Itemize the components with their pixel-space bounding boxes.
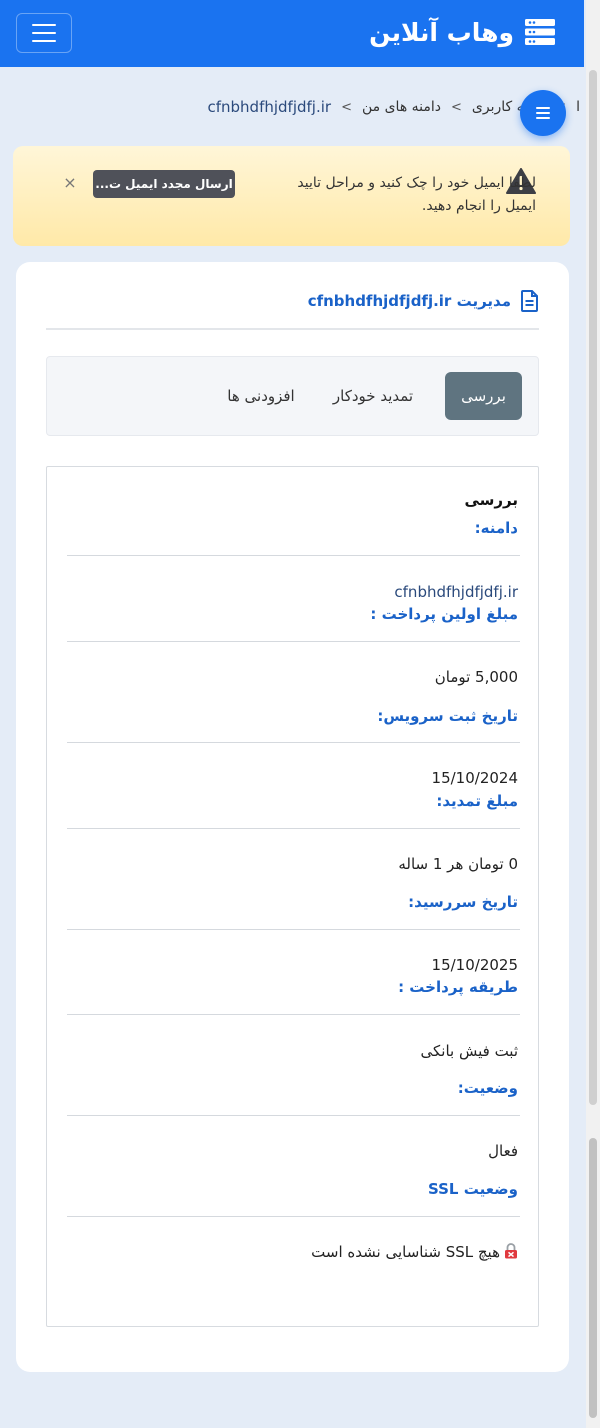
divider bbox=[67, 1115, 520, 1116]
page-scrollbar[interactable] bbox=[586, 0, 600, 1428]
section-title: بررسی bbox=[464, 491, 518, 509]
due-date-label: تاریخ سررسید: bbox=[408, 893, 518, 911]
domain-management-card: مدیریت cfnbhdfhjdfjdfj.ir بررسی تمدید خو… bbox=[16, 262, 569, 1372]
breadcrumb-separator: > bbox=[451, 99, 462, 115]
resend-email-button[interactable]: ارسال مجدد ایمیل ت... bbox=[93, 170, 235, 198]
renewal-amount-label: مبلغ تمدید: bbox=[436, 792, 518, 810]
tab-addons[interactable]: افزودنی ها bbox=[216, 372, 306, 420]
ssl-status-value: هیچ SSL شناسایی نشده است bbox=[311, 1243, 518, 1261]
divider bbox=[67, 555, 520, 556]
close-icon[interactable]: × bbox=[61, 174, 79, 192]
sidebar-toggle-button[interactable] bbox=[520, 90, 566, 136]
scrollbar-thumb[interactable] bbox=[589, 1138, 597, 1418]
status-value: فعال bbox=[488, 1142, 518, 1160]
brand-logo[interactable]: وهاب آنلاین bbox=[369, 14, 556, 50]
list-icon bbox=[536, 107, 550, 109]
divider bbox=[67, 1014, 520, 1015]
divider bbox=[67, 742, 520, 743]
top-navbar: وهاب آنلاین bbox=[0, 0, 584, 67]
hamburger-menu-button[interactable] bbox=[16, 13, 72, 53]
registration-date-value: 15/10/2024 bbox=[431, 769, 518, 787]
overview-panel: بررسی دامنه: cfnbhdfhjdfjdfj.ir مبلغ اول… bbox=[46, 466, 539, 1327]
divider bbox=[67, 828, 520, 829]
email-verification-alert: لطفا ایمیل خود را چک کنید و مراحل تایید … bbox=[13, 146, 570, 246]
registration-date-label: تاریخ ثبت سرویس: bbox=[377, 707, 518, 725]
server-icon bbox=[525, 19, 555, 45]
renewal-amount-value: 0 تومان هر 1 ساله bbox=[398, 855, 518, 873]
ssl-status-text: هیچ SSL شناسایی نشده است bbox=[311, 1243, 500, 1261]
divider bbox=[67, 1216, 520, 1217]
lock-icon bbox=[505, 1243, 517, 1259]
divider bbox=[46, 328, 539, 330]
alert-message: لطفا ایمیل خود را چک کنید و مراحل تایید … bbox=[297, 175, 536, 214]
ssl-status-label: وضعیت SSL bbox=[427, 1180, 518, 1198]
due-date-value: 15/10/2025 bbox=[431, 956, 518, 974]
brand-name: وهاب آنلاین bbox=[369, 17, 514, 47]
tab-auto-renew[interactable]: تمدید خودکار bbox=[318, 372, 428, 420]
divider bbox=[67, 641, 520, 642]
payment-method-label: طریقه پرداخت : bbox=[398, 978, 518, 996]
breadcrumb-home[interactable]: ا bbox=[576, 99, 580, 115]
status-label: وضعیت: bbox=[457, 1079, 518, 1097]
hamburger-icon bbox=[32, 24, 56, 26]
document-icon bbox=[521, 290, 538, 312]
breadcrumb-separator: > bbox=[341, 99, 352, 115]
domain-label: دامنه: bbox=[474, 519, 518, 537]
card-title: مدیریت cfnbhdfhjdfjdfj.ir bbox=[307, 292, 511, 310]
tab-bar: بررسی تمدید خودکار افزودنی ها bbox=[46, 356, 539, 436]
divider bbox=[67, 929, 520, 930]
tab-overview[interactable]: بررسی bbox=[445, 372, 522, 420]
domain-value: cfnbhdfhjdfjdfj.ir bbox=[394, 583, 518, 601]
first-payment-label: مبلغ اولین پرداخت : bbox=[370, 605, 518, 623]
payment-method-value: ثبت فیش بانکی bbox=[420, 1042, 519, 1060]
first-payment-value: 5,000 تومان bbox=[434, 668, 518, 686]
breadcrumb-my-domains[interactable]: دامنه های من bbox=[362, 99, 441, 115]
card-header: مدیریت cfnbhdfhjdfjdfj.ir bbox=[308, 290, 539, 312]
breadcrumb-current: cfnbhdfhjdfjdfj.ir bbox=[207, 98, 332, 116]
